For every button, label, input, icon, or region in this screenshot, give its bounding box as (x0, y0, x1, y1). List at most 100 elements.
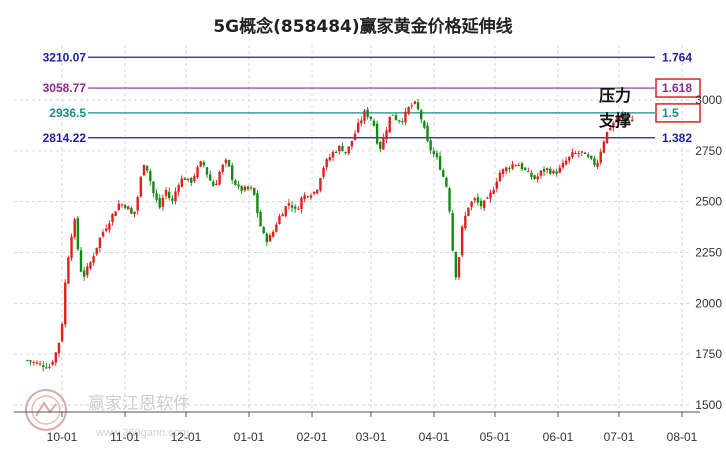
candle-body (278, 216, 281, 225)
candle-body (86, 266, 89, 276)
candle-body (215, 183, 218, 186)
y-tick-label: 1500 (695, 398, 722, 412)
candle-body (495, 181, 498, 189)
candle-body (174, 191, 177, 202)
candle-body (511, 164, 514, 169)
candle-body (407, 106, 410, 114)
y-tick-label: 2750 (695, 144, 722, 158)
y-tick-label: 2500 (695, 195, 722, 209)
candle-body (180, 178, 183, 187)
candle-body (325, 159, 328, 168)
candle-body (347, 146, 350, 154)
candle-body (508, 168, 511, 170)
candle-body (596, 162, 599, 167)
candle-body (256, 193, 259, 214)
candle-body (479, 200, 483, 207)
candle-body (426, 125, 429, 142)
candle-body (32, 361, 35, 363)
candle-body (379, 141, 382, 150)
candle-body (199, 161, 202, 167)
candle-body (631, 119, 634, 122)
x-tick-label: 07-01 (604, 430, 635, 444)
candle-body (419, 110, 423, 120)
candle-body (111, 213, 114, 222)
candle-body (48, 366, 51, 368)
candle-body (505, 167, 508, 172)
x-tick-label: 04-01 (419, 430, 450, 444)
candle-body (271, 231, 275, 237)
candle-body (341, 146, 344, 152)
candle-body (372, 120, 376, 126)
candle-body (470, 201, 473, 208)
candle-body (442, 170, 445, 177)
candle-body (316, 189, 319, 194)
candle-body (108, 223, 111, 230)
candle-body (448, 188, 451, 212)
candle-body (501, 169, 505, 175)
candle-body (290, 205, 294, 208)
x-tick-label: 06-01 (543, 430, 574, 444)
candle-body (212, 181, 215, 187)
candle-body (561, 163, 565, 168)
candle-body (57, 342, 61, 354)
candle-body (26, 360, 29, 362)
extension-ratio-label: 1.618 (662, 81, 692, 95)
candle-body (186, 178, 190, 181)
candle-body (498, 172, 502, 182)
candle-body (120, 204, 124, 206)
candle-body (552, 170, 555, 174)
candle-body (482, 200, 486, 209)
candle-body (331, 151, 335, 158)
candle-body (489, 192, 492, 199)
candle-body (571, 152, 574, 158)
candle-body (429, 140, 432, 151)
candle-body (230, 165, 234, 180)
candle-body (82, 270, 86, 277)
candle-body (369, 116, 372, 120)
candle-body (240, 185, 243, 191)
candle-body (328, 157, 332, 161)
candle-body (246, 186, 250, 190)
candle-body (306, 196, 309, 198)
candle-body (79, 250, 83, 272)
candle-body (555, 171, 558, 174)
candle-body (467, 207, 470, 216)
candle-body (530, 172, 533, 177)
candle-body (64, 282, 67, 325)
candle-body (476, 197, 480, 203)
candle-body (142, 164, 146, 176)
candle-body (545, 168, 549, 171)
x-tick-label: 12-01 (171, 430, 202, 444)
candle-body (152, 181, 155, 194)
chart-title: 5G概念(858484)赢家黄金价格延伸线 (213, 16, 512, 37)
candle-body (319, 178, 322, 191)
candle-body (564, 160, 568, 165)
candle-body (45, 367, 48, 369)
candle-body (397, 120, 401, 122)
candle-body (259, 211, 262, 227)
candle-body (533, 175, 536, 180)
candle-body (38, 363, 42, 365)
candle-body (275, 224, 278, 232)
chart: 5G概念(858484)赢家黄金价格延伸线 3210.07 1.764 3058.7… (0, 0, 726, 450)
candle-body (293, 206, 297, 209)
candle-body (599, 151, 602, 163)
candle-body (262, 227, 265, 234)
candle-body (164, 190, 168, 196)
candle-body (605, 131, 609, 144)
x-tick-label: 03-01 (356, 430, 387, 444)
candle-body (284, 206, 287, 217)
candle-body (297, 208, 300, 210)
candle-body (35, 362, 39, 364)
candle-body (205, 167, 209, 175)
candle-body (29, 360, 32, 362)
candle-body (268, 235, 272, 242)
candle-body (127, 206, 130, 210)
candle-body (517, 165, 521, 167)
candle-body (363, 110, 366, 121)
extension-price-label: 3210.07 (43, 50, 87, 64)
candle-body (243, 186, 246, 191)
candle-body (413, 101, 417, 104)
candle-body (536, 176, 539, 180)
candle-body (350, 140, 354, 147)
